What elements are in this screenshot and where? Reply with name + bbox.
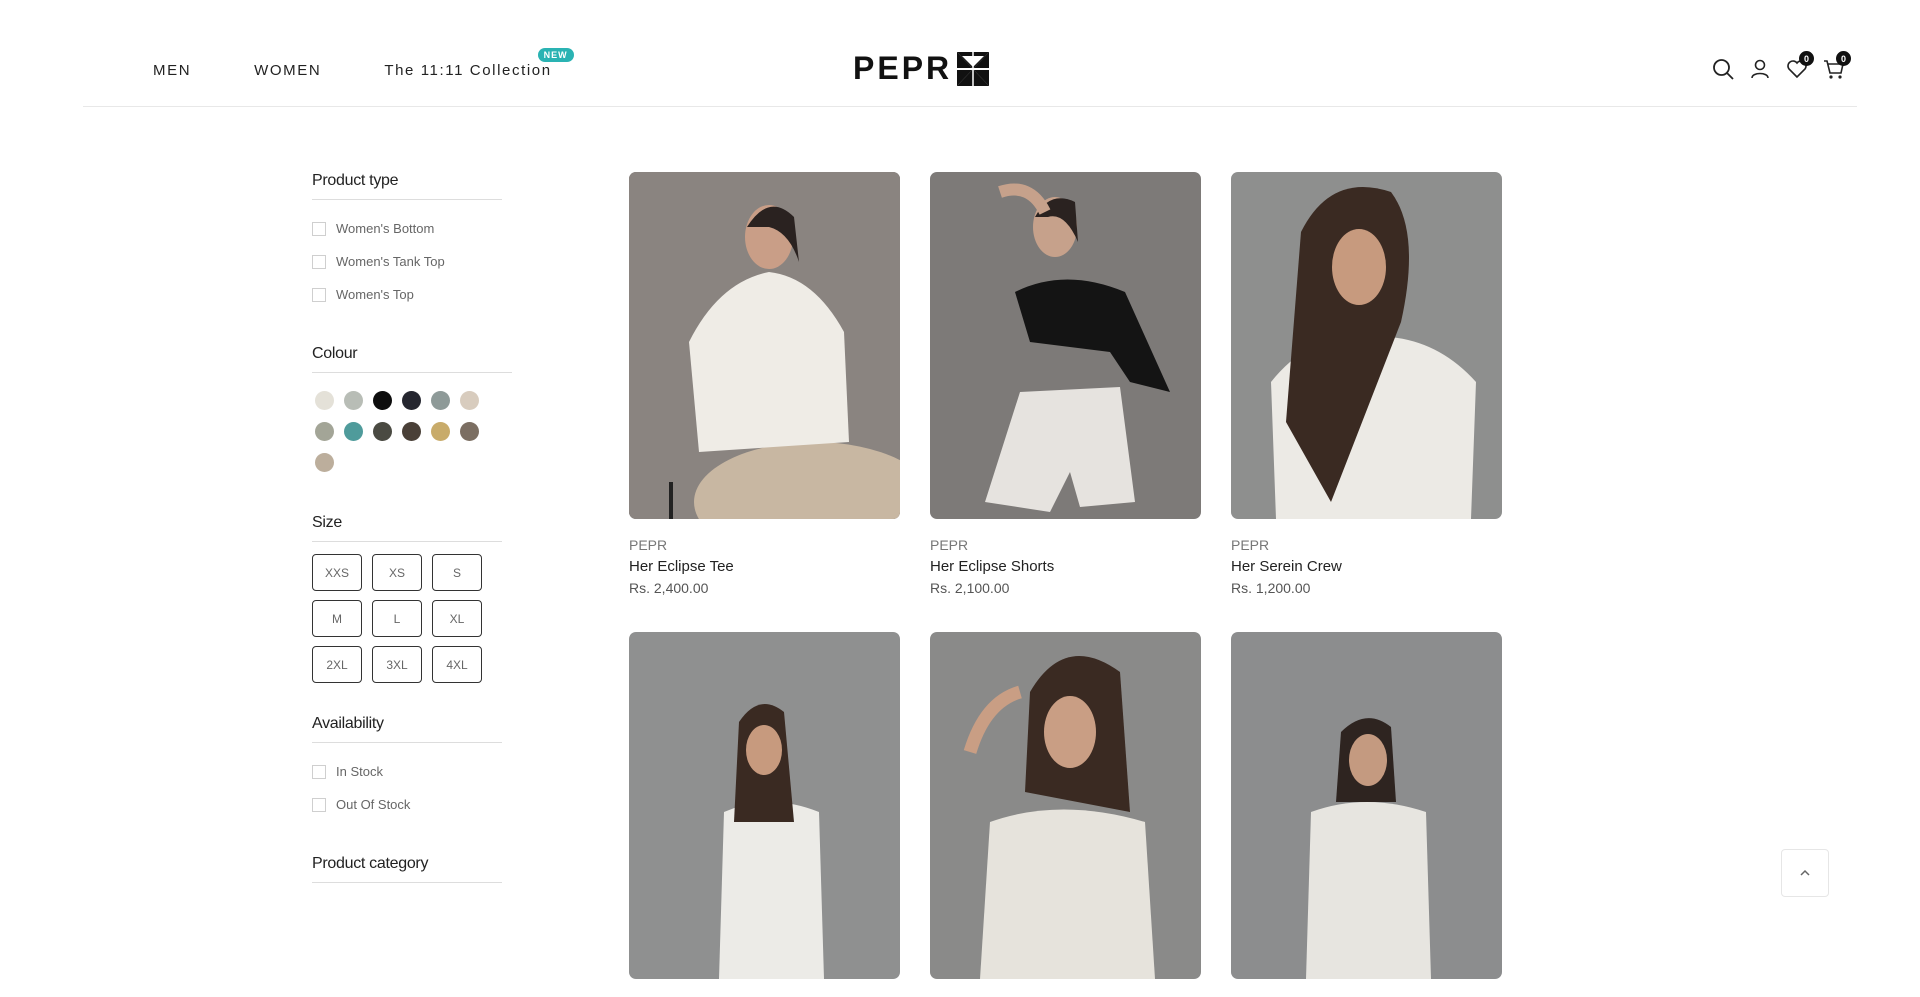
filter-option[interactable]: Out Of Stock	[312, 788, 512, 821]
account-icon[interactable]	[1749, 58, 1771, 80]
filter-option[interactable]: Women's Tank Top	[312, 245, 512, 278]
search-icon[interactable]	[1712, 58, 1734, 80]
colour-swatch[interactable]	[315, 453, 334, 472]
colour-swatch[interactable]	[402, 422, 421, 441]
filter-product-type: Product type Women's Bottom Women's Tank…	[312, 172, 512, 311]
filter-product-category: Product category	[312, 855, 512, 883]
new-badge: NEW	[537, 48, 574, 62]
colour-swatch[interactable]	[431, 391, 450, 410]
cart-icon[interactable]: 0	[1823, 51, 1851, 80]
colour-swatch[interactable]	[315, 391, 334, 410]
product-image[interactable]	[1231, 172, 1502, 519]
checkbox[interactable]	[312, 254, 326, 269]
logo-text: PEPR	[853, 50, 953, 86]
colour-swatch[interactable]	[344, 391, 363, 410]
cart-count: 0	[1836, 51, 1851, 66]
product-card[interactable]	[629, 632, 900, 997]
filter-option[interactable]: In Stock	[312, 755, 512, 788]
size-option[interactable]: M	[312, 600, 362, 637]
size-options: XXS XS S M L XL 2XL 3XL 4XL	[312, 554, 512, 683]
filter-colour: Colour	[312, 345, 512, 472]
site-header: MEN WOMEN The 11:11 Collection NEW PEPR …	[83, 0, 1857, 107]
filter-size: Size XXS XS S M L XL 2XL 3XL 4XL	[312, 514, 512, 683]
back-to-top-button[interactable]	[1781, 849, 1829, 897]
colour-swatch[interactable]	[402, 391, 421, 410]
size-option[interactable]: S	[432, 554, 482, 591]
product-image[interactable]	[930, 632, 1201, 979]
colour-swatch[interactable]	[431, 422, 450, 441]
checkbox[interactable]	[312, 287, 326, 302]
product-price: Rs. 2,100.00	[930, 580, 1010, 596]
colour-swatch[interactable]	[315, 422, 334, 441]
product-name[interactable]: Her Eclipse Tee	[629, 558, 900, 575]
wishlist-count: 0	[1799, 51, 1814, 66]
colour-swatch[interactable]	[373, 391, 392, 410]
filter-availability: Availability In Stock Out Of Stock	[312, 715, 512, 821]
checkbox[interactable]	[312, 764, 326, 779]
filter-option[interactable]: Women's Bottom	[312, 212, 512, 245]
logo-mark-icon	[957, 51, 990, 86]
product-name[interactable]: Her Serein Crew	[1231, 558, 1502, 575]
checkbox[interactable]	[312, 797, 326, 812]
colour-swatches	[315, 391, 512, 472]
product-card[interactable]: PEPR Her Eclipse Shorts Rs. 2,100.00	[930, 172, 1201, 596]
option-label: Women's Top	[336, 287, 414, 302]
size-option[interactable]: L	[372, 600, 422, 637]
product-image[interactable]	[629, 172, 900, 519]
product-image[interactable]	[930, 172, 1201, 519]
checkbox[interactable]	[312, 221, 326, 236]
size-option[interactable]: XS	[372, 554, 422, 591]
filter-title-size: Size	[312, 514, 502, 542]
product-card[interactable]: PEPR Her Serein Crew Rs. 1,200.00	[1231, 172, 1502, 596]
colour-swatch[interactable]	[344, 422, 363, 441]
product-price: Rs. 2,400.00	[629, 580, 709, 596]
size-option[interactable]: 4XL	[432, 646, 482, 683]
filter-title-availability: Availability	[312, 715, 502, 743]
chevron-up-icon	[1800, 869, 1810, 876]
size-option[interactable]: XL	[432, 600, 482, 637]
option-label: Women's Tank Top	[336, 254, 445, 269]
nav-collection-label: The 11:11 Collection	[384, 62, 552, 79]
product-vendor: PEPR	[1231, 537, 1270, 553]
colour-swatch[interactable]	[460, 391, 479, 410]
product-image[interactable]	[1231, 632, 1502, 979]
option-label: Out Of Stock	[336, 797, 411, 812]
product-image[interactable]	[629, 632, 900, 979]
filter-title-product-type: Product type	[312, 172, 502, 200]
size-option[interactable]: 3XL	[372, 646, 422, 683]
nav-men[interactable]: MEN	[153, 62, 191, 79]
product-vendor: PEPR	[629, 537, 668, 553]
nav-women[interactable]: WOMEN	[254, 62, 321, 79]
product-card[interactable]	[930, 632, 1201, 997]
filter-option[interactable]: Women's Top	[312, 278, 512, 311]
nav-collection[interactable]: The 11:11 Collection NEW	[384, 48, 574, 79]
filter-sidebar: Product type Women's Bottom Women's Tank…	[312, 172, 512, 895]
filter-title-product-category[interactable]: Product category	[312, 855, 502, 883]
wishlist-icon[interactable]: 0	[1786, 51, 1814, 80]
product-grid: PEPR Her Eclipse Tee Rs. 2,400.00 PEPR H…	[629, 172, 1502, 997]
main-nav: MEN WOMEN The 11:11 Collection NEW	[153, 48, 574, 79]
product-vendor: PEPR	[930, 537, 969, 553]
size-option[interactable]: XXS	[312, 554, 362, 591]
size-option[interactable]: 2XL	[312, 646, 362, 683]
option-label: In Stock	[336, 764, 383, 779]
product-card[interactable]	[1231, 632, 1502, 997]
product-name[interactable]: Her Eclipse Shorts	[930, 558, 1201, 575]
colour-swatch[interactable]	[373, 422, 392, 441]
brand-logo[interactable]: PEPR	[853, 50, 990, 87]
colour-swatch[interactable]	[460, 422, 479, 441]
header-icons: 0 0	[1712, 51, 1851, 80]
product-card[interactable]: PEPR Her Eclipse Tee Rs. 2,400.00	[629, 172, 900, 596]
filter-title-colour: Colour	[312, 345, 512, 373]
option-label: Women's Bottom	[336, 221, 435, 236]
product-price: Rs. 1,200.00	[1231, 580, 1311, 596]
